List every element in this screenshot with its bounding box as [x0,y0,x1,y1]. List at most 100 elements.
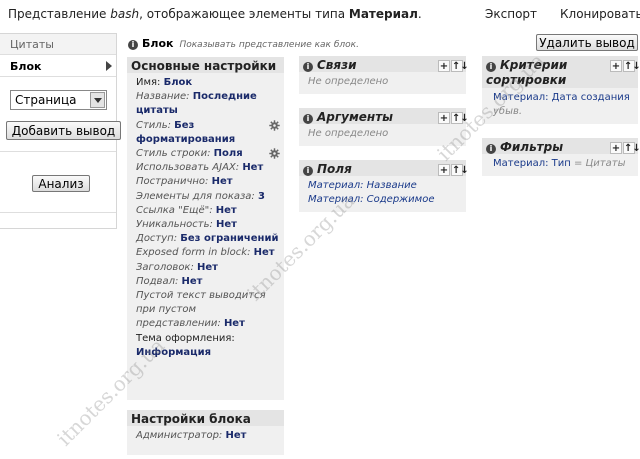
setting-value[interactable]: Нет [182,276,203,287]
add-display-button[interactable]: Добавить вывод [6,121,121,140]
field-item[interactable]: Материал: Содержимое [308,193,462,207]
rearrange-icon[interactable]: ↑↓ [623,60,640,72]
fields-panel: i Поля + ↑↓ Материал: Название Материал: С… [299,160,469,212]
basic-settings-title: Основные настройки [127,57,284,73]
sort-panel: i Критерии сортировки + ↑↓ Материал: Дата … [482,56,640,124]
relationships-empty: Не определено [308,76,389,87]
fields-controls: + ↑↓ [437,163,469,176]
remove-display-button[interactable]: Удалить вывод [536,34,638,51]
divider [0,212,116,213]
relationships-panel: i Связи + ↑↓ Не определено [299,56,469,94]
filters-panel: i Фильтры + ↑↓ Материал: Тип = Цитаты [482,138,640,176]
setting-label: Пустой текст выводится при пустом предст… [136,290,266,330]
setting-row[interactable]: Постранично: Нет [136,175,280,189]
setting-label: Использовать AJAX: [136,162,240,174]
field-item[interactable]: Материал: Название [308,179,462,193]
setting-value[interactable]: Нет [212,176,233,187]
setting-row[interactable]: Использовать AJAX: Нет [136,161,280,175]
info-icon: i [303,114,313,124]
chevron-down-icon [90,92,105,108]
title-middle: , отображающее элементы типа [139,7,349,21]
add-icon[interactable]: + [438,112,450,124]
setting-value[interactable]: Нет [254,247,275,258]
setting-row[interactable]: Имя: Блок [136,76,280,90]
rearrange-icon[interactable]: ↑↓ [451,112,469,124]
setting-row[interactable]: Доступ: Без ограничений [136,232,280,246]
setting-row[interactable]: Exposed form in block: Нет [136,246,280,260]
tab-quotes[interactable]: Цитаты [0,34,116,55]
filters-controls: + ↑↓ [609,141,640,154]
setting-value[interactable]: Нет [197,262,218,273]
tab-block[interactable]: Блок [0,56,116,77]
basic-settings-panel: Основные настройки Имя: Блок Название: По… [127,57,284,400]
setting-row[interactable]: Ссылка "Ещё": Нет [136,204,280,218]
setting-value[interactable]: Поля [214,148,243,159]
relationships-title-label: Связи [317,58,357,72]
setting-row[interactable]: Название: Последние цитаты [136,90,280,118]
setting-row[interactable]: Подвал: Нет [136,275,280,289]
setting-label: Уникальность: [136,219,213,231]
sort-controls: + ↑↓ [609,59,640,72]
rearrange-icon[interactable]: ↑↓ [451,164,469,176]
display-type-select[interactable]: Страница [10,90,107,110]
setting-label: Подвал: [136,275,179,287]
setting-value[interactable]: Нет [224,318,245,329]
setting-value[interactable]: Информация [136,347,211,358]
setting-label: Стиль: [136,119,171,131]
rearrange-icon[interactable]: ↑↓ [451,60,469,72]
gear-icon[interactable] [269,119,280,131]
sort-title-label: Критерии сортировки [486,58,568,87]
fields-title-label: Поля [317,162,352,176]
setting-value[interactable]: Нет [216,219,237,230]
setting-row[interactable]: Уникальность: Нет [136,218,280,232]
display-name: Блок [142,37,174,50]
header-bar: Представление bash, отображающее элемент… [0,0,640,30]
add-icon[interactable]: + [438,164,450,176]
block-settings-list: Администратор: Нет [127,426,284,447]
setting-label: Тема оформления: [136,332,235,344]
rearrange-icon[interactable]: ↑↓ [623,142,640,154]
arguments-title-label: Аргументы [317,110,394,124]
setting-label: Ссылка "Ещё": [136,204,213,216]
view-name: bash [110,7,140,21]
setting-row[interactable]: Пустой текст выводится при пустом предст… [136,289,280,332]
setting-label: Постранично: [136,176,209,188]
filter-item[interactable]: Материал: Тип [493,158,571,169]
title-prefix: Представление [8,7,111,21]
setting-value[interactable]: Нет [242,162,263,173]
setting-label: Заголовок: [136,261,194,273]
setting-label: Доступ: [136,233,178,245]
info-icon: i [486,62,496,72]
display-description: Показывать представление как блок. [179,40,359,50]
analyze-button[interactable]: Анализ [32,175,90,192]
add-icon[interactable]: + [610,142,622,154]
filter-value: = Цитаты [573,158,626,169]
triangle-right-icon [106,61,112,71]
setting-value[interactable]: Без ограничений [180,233,278,244]
add-icon[interactable]: + [610,60,622,72]
arguments-controls: + ↑↓ [437,111,469,124]
info-icon: i [303,62,313,72]
relationships-controls: + ↑↓ [437,59,469,72]
setting-row[interactable]: Стиль строки: Поля [136,147,280,161]
block-settings-panel: Настройки блока Администратор: Нет [127,410,284,455]
setting-value[interactable]: Блок [164,77,193,88]
gear-icon[interactable] [269,148,280,159]
export-link[interactable]: Экспорт [485,7,537,21]
setting-label: Exposed form in block: [136,247,251,259]
clone-link[interactable]: Клонировать [560,7,640,21]
setting-row[interactable]: Элементы для показа: 3 [136,190,280,204]
add-icon[interactable]: + [438,60,450,72]
block-settings-title: Настройки блока [127,410,284,426]
setting-value[interactable]: 3 [258,191,265,202]
setting-row[interactable]: Стиль: Без форматирования [136,119,280,147]
setting-row[interactable]: Администратор: Нет [136,429,280,443]
display-heading: i Блок Показывать представление как блок. [128,37,359,50]
setting-value[interactable]: Нет [216,205,237,216]
setting-label: Стиль строки: [136,148,211,160]
setting-value[interactable]: Нет [225,430,246,441]
sort-item[interactable]: Материал: Дата создания [493,92,630,103]
display-type-value: Страница [15,93,77,107]
setting-row[interactable]: Тема оформления: Информация [136,332,280,360]
setting-row[interactable]: Заголовок: Нет [136,261,280,275]
